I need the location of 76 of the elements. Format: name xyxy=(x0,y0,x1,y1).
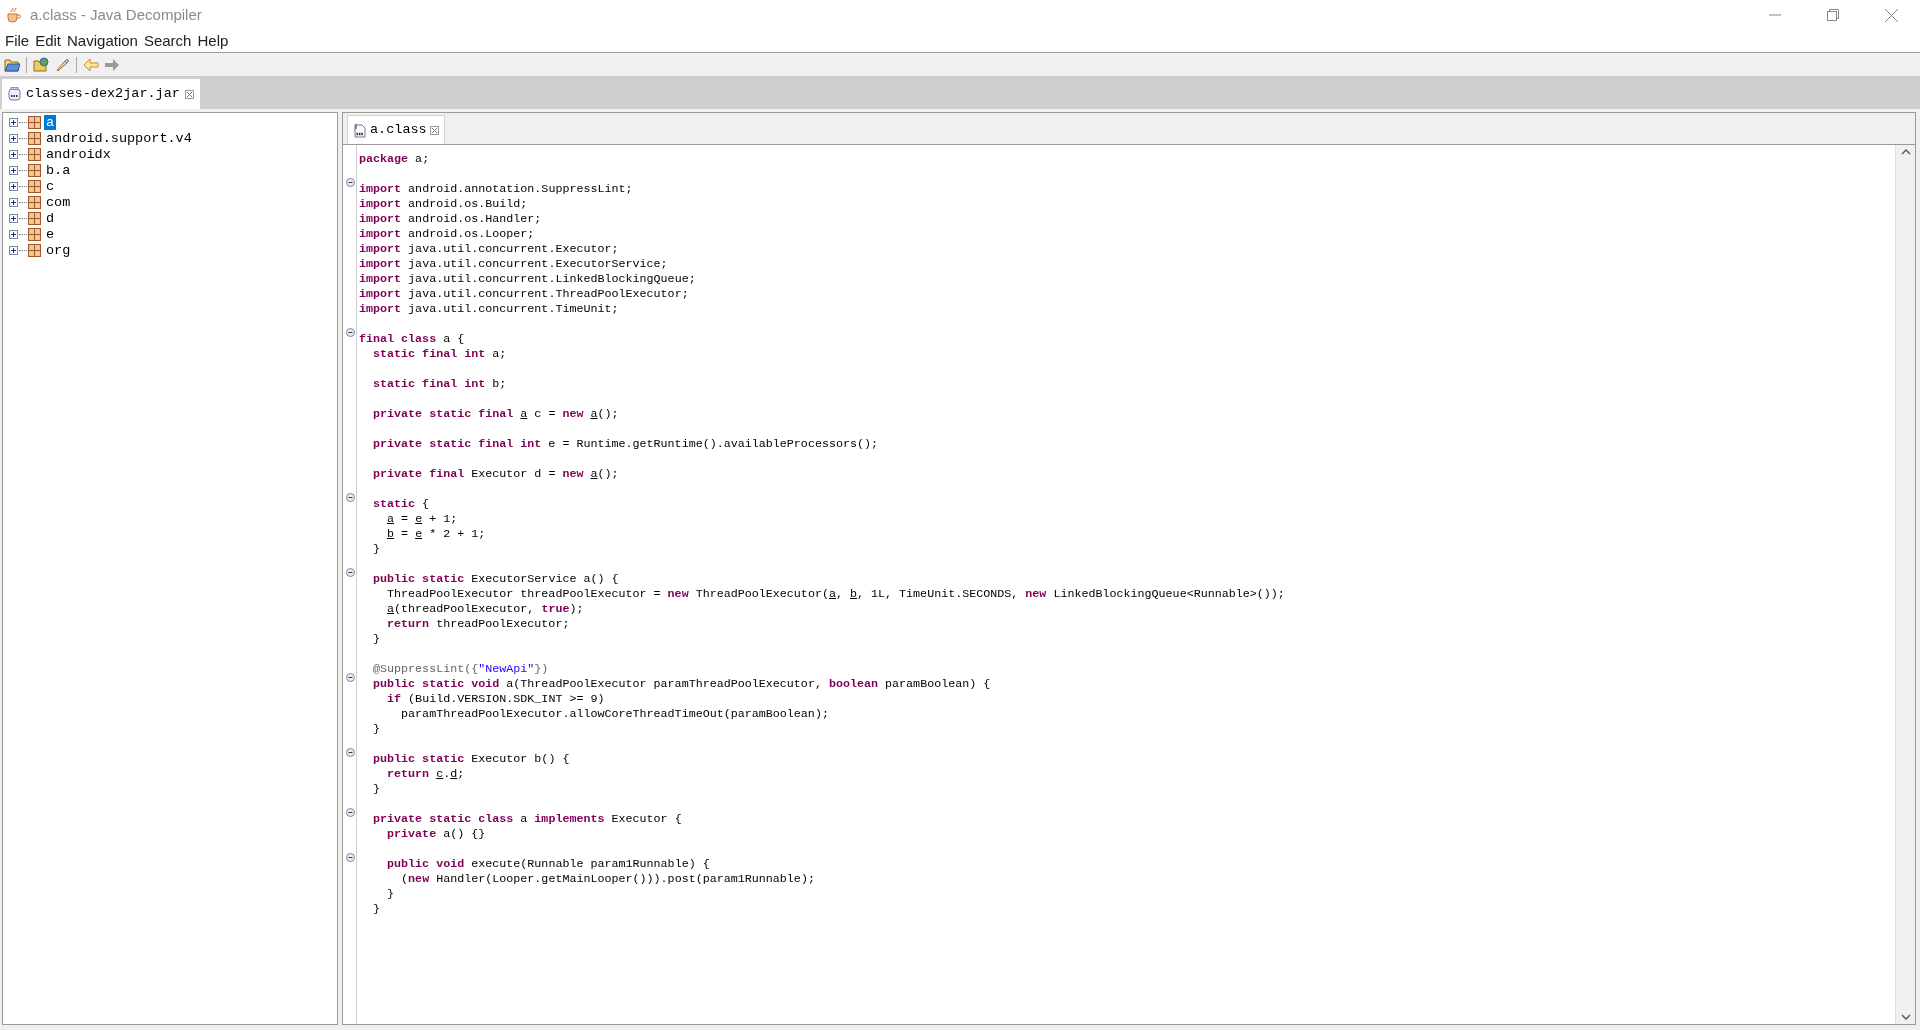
package-icon xyxy=(28,243,41,257)
close-icon xyxy=(1884,8,1898,22)
package-icon xyxy=(28,131,41,145)
code-line: } xyxy=(386,887,395,901)
code-line: import java.util.concurrent.LinkedBlockingQueue; xyxy=(359,272,696,286)
package-icon xyxy=(28,163,41,177)
code-line: import java.util.concurrent.ExecutorService; xyxy=(359,257,668,271)
editor-tab[interactable]: a.class xyxy=(347,115,445,144)
restore-icon xyxy=(1827,9,1839,21)
code-line: import android.os.Looper; xyxy=(359,227,535,241)
tree-item[interactable]: d xyxy=(44,210,57,226)
code-line: a(threadPoolExecutor, true); xyxy=(386,602,584,616)
code-line: if (Build.VERSION.SDK_INT >= 9) xyxy=(386,692,605,706)
code-line: (new Handler(Looper.getMainLooper())).post(param1Runnable); xyxy=(400,872,815,886)
code-line: a = e + 1; xyxy=(386,512,458,526)
code-line: private static final int e = Runtime.getRuntime().availableProcessors(); xyxy=(372,437,878,451)
tree-item[interactable]: a xyxy=(44,114,57,130)
code-line: import java.util.concurrent.ThreadPoolExecutor; xyxy=(359,287,689,301)
tree-item[interactable]: org xyxy=(44,242,73,258)
code-line: @SuppressLint({"NewApi"}) xyxy=(372,662,549,676)
code-line: private static class a implements Executor { xyxy=(372,812,682,826)
code-line: import java.util.concurrent.Executor; xyxy=(359,242,619,256)
menu-item[interactable]: Search xyxy=(140,31,195,51)
tree-item[interactable]: com xyxy=(44,194,73,210)
package-icon xyxy=(28,115,41,129)
menu-item[interactable]: Help xyxy=(194,31,232,51)
package-icon xyxy=(28,211,41,225)
package-icon xyxy=(28,179,41,193)
tree-item[interactable]: c xyxy=(44,178,57,194)
package-icon xyxy=(28,227,41,241)
code-line: package a; xyxy=(359,152,430,166)
code-line: } xyxy=(372,902,381,916)
scrollbar[interactable] xyxy=(1895,145,1915,1024)
package-icon xyxy=(28,147,41,161)
code-line: } xyxy=(372,632,381,646)
code-line: public static void a(ThreadPoolExecutor paramThreadPoolExecutor, boolean paramBoolean) { xyxy=(372,677,991,691)
tree-item[interactable]: androidx xyxy=(44,146,113,162)
tree-item[interactable]: e xyxy=(44,226,57,242)
coffee-cup-icon xyxy=(6,7,22,23)
tree-item[interactable]: android.support.v4 xyxy=(44,130,194,146)
code-line: import android.annotation.SuppressLint; xyxy=(359,182,633,196)
folder-globe-icon[interactable] xyxy=(32,55,50,74)
code-line: import android.os.Handler; xyxy=(359,212,542,226)
close-icon xyxy=(429,125,439,135)
scroll-down-icon[interactable] xyxy=(1900,1014,1911,1020)
code-line: paramThreadPoolExecutor.allowCoreThreadTimeOut(paramBoolean); xyxy=(400,707,829,721)
code-line: private a() {} xyxy=(386,827,486,841)
menu-item[interactable]: Edit xyxy=(32,31,65,51)
tree-item[interactable]: b.a xyxy=(44,162,73,178)
code-line: } xyxy=(372,542,381,556)
code-line: static { xyxy=(372,497,430,511)
code-line: b = e * 2 + 1; xyxy=(386,527,486,541)
code-line: } xyxy=(372,722,381,736)
code-line: static final int a; xyxy=(372,347,507,361)
code-line: ThreadPoolExecutor threadPoolExecutor = new ThreadPoolExecutor(a, b, 1L, TimeUnit.SECONDS, new LinkedBlockingQueue<Runnable>()); xyxy=(386,587,1285,601)
code-line: public static Executor b() { xyxy=(372,752,570,766)
code-line: public static ExecutorService a() { xyxy=(372,572,619,586)
code-line: final class a { xyxy=(359,332,465,346)
window-title: a.class - Java Decompiler xyxy=(30,4,202,25)
menu-item[interactable]: File xyxy=(2,31,33,51)
code-line: private static final a c = new a(); xyxy=(372,407,619,421)
close-icon xyxy=(184,89,194,99)
file-tab[interactable]: classes-dex2jar.jar xyxy=(2,79,200,109)
code-line: static final int b; xyxy=(372,377,507,391)
class-file-icon xyxy=(353,122,367,138)
code-line: public void execute(Runnable param1Runnable) { xyxy=(386,857,710,871)
package-icon xyxy=(28,195,41,209)
code-line: return c.d; xyxy=(386,767,465,781)
code-line: private final Executor d = new a(); xyxy=(372,467,619,481)
code-line: } xyxy=(372,782,381,796)
menu-item[interactable]: Navigation xyxy=(64,31,141,51)
code-line: import android.os.Build; xyxy=(359,197,528,211)
jar-icon xyxy=(8,87,21,101)
scroll-up-icon[interactable] xyxy=(1900,149,1911,155)
code-line: import java.util.concurrent.TimeUnit; xyxy=(359,302,619,316)
code-line: return threadPoolExecutor; xyxy=(386,617,570,631)
